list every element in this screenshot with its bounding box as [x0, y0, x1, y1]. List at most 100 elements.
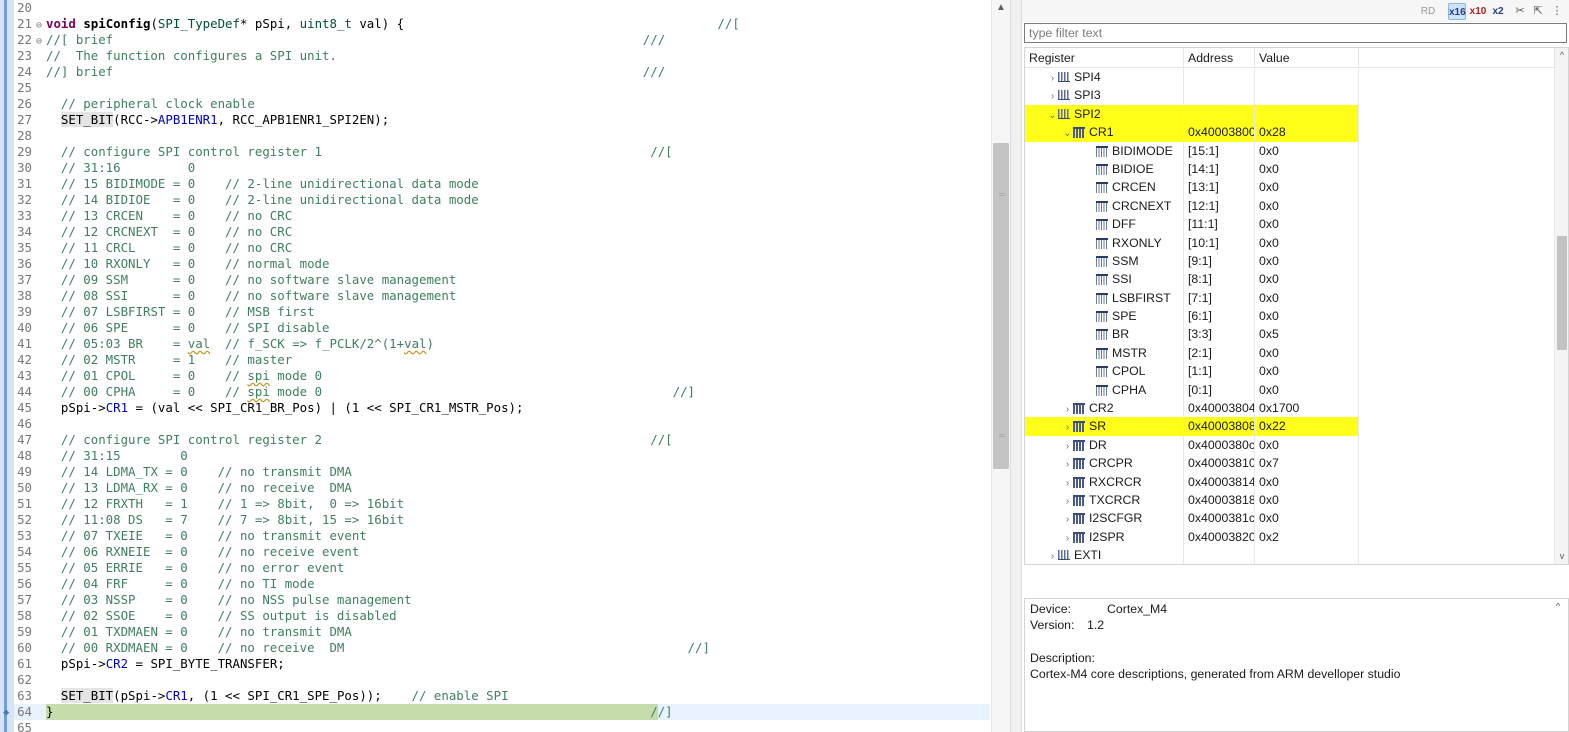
register-row[interactable]: › DR 0x4000380c 0x0: [1025, 435, 1555, 455]
register-row[interactable]: CPOL [1:1] 0x0: [1025, 362, 1555, 381]
code-lines[interactable]: 20 21 ⊖ void spiConfig(SPI_TypeDef* pSpi, u…: [14, 0, 990, 732]
code-text[interactable]: // 07 LSBFIRST = 0 // MSB first: [46, 304, 315, 320]
pane-splitter[interactable]: [1010, 0, 1022, 732]
code-line[interactable]: 62: [14, 672, 990, 688]
code-text[interactable]: // 11 CRCL = 0 // no CRC: [46, 240, 292, 256]
register-value-cell[interactable]: 0x0: [1255, 196, 1359, 216]
register-value-cell[interactable]: 0x0: [1255, 307, 1359, 326]
register-name-cell[interactable]: BIDIMODE: [1025, 141, 1184, 160]
code-text[interactable]: void spiConfig(SPI_TypeDef* pSpi, uint8_…: [46, 16, 740, 32]
register-row[interactable]: SSI [8:1] 0x0: [1025, 270, 1555, 289]
register-row[interactable]: DFF [11:1] 0x0: [1025, 215, 1555, 234]
register-row[interactable]: ⌄ SPI2: [1025, 104, 1555, 124]
register-value-cell[interactable]: 0x5: [1255, 325, 1359, 344]
expand-toggle-icon[interactable]: ›: [1062, 419, 1073, 435]
export-icon[interactable]: ⇱: [1530, 3, 1546, 20]
column-header-address[interactable]: Address: [1184, 48, 1255, 68]
code-line[interactable]: 38 // 08 SSI = 0 // no software slave ma…: [14, 288, 990, 304]
register-name-cell[interactable]: › SPI4: [1025, 68, 1184, 87]
code-text[interactable]: // 03 NSSP = 0 // no NSS pulse managemen…: [46, 592, 412, 608]
code-text[interactable]: // peripheral clock enable: [46, 96, 255, 112]
expand-toggle-icon[interactable]: ›: [1047, 70, 1058, 86]
register-name-cell[interactable]: CPHA: [1025, 380, 1184, 400]
code-line[interactable]: 58 // 02 SSOE = 0 // SS output is disabl…: [14, 608, 990, 624]
code-text[interactable]: // 08 SSI = 0 // no software slave manag…: [46, 288, 456, 304]
code-text[interactable]: // The function configures a SPI unit.: [46, 48, 337, 64]
expand-toggle-icon[interactable]: ›: [1047, 88, 1058, 104]
register-row[interactable]: SSM [9:1] 0x0: [1025, 251, 1555, 271]
code-line[interactable]: 24 //] brief ///: [14, 64, 990, 80]
view-menu-icon[interactable]: ⋮: [1550, 3, 1564, 20]
code-text[interactable]: SET_BIT(pSpi->CR1, (1 << SPI_CR1_SPE_Pos…: [46, 688, 509, 704]
scroll-up-icon[interactable]: ^: [1556, 601, 1560, 611]
column-header-register[interactable]: Register: [1025, 48, 1184, 68]
register-row[interactable]: › SR 0x40003808 0x22: [1025, 417, 1555, 436]
code-text[interactable]: // 00 CPHA = 0 // spi mode 0 //]: [46, 384, 695, 400]
register-name-cell[interactable]: CRCEN: [1025, 178, 1184, 197]
code-line[interactable]: 56 // 04 FRF = 0 // no TI mode: [14, 576, 990, 592]
code-line[interactable]: 53 // 07 TXEIE = 0 // no transmit event: [14, 528, 990, 544]
register-name-cell[interactable]: BR: [1025, 325, 1184, 344]
code-line[interactable]: 43 // 01 CPOL = 0 // spi mode 0: [14, 368, 990, 384]
register-value-cell[interactable]: [1255, 104, 1359, 124]
register-row[interactable]: › I2SPR 0x40003820 0x2: [1025, 527, 1555, 547]
register-name-cell[interactable]: › I2SCFGR: [1025, 509, 1184, 528]
code-line[interactable]: 20: [14, 0, 990, 16]
register-row[interactable]: LSBFIRST [7:1] 0x0: [1025, 288, 1555, 308]
register-name-cell[interactable]: SPE: [1025, 307, 1184, 326]
code-text[interactable]: // 12 CRCNEXT = 0 // no CRC: [46, 224, 292, 240]
code-text[interactable]: // 02 SSOE = 0 // SS output is disabled: [46, 608, 397, 624]
code-line[interactable]: 39 // 07 LSBFIRST = 0 // MSB first: [14, 304, 990, 320]
register-name-cell[interactable]: BIDIOE: [1025, 159, 1184, 179]
register-row[interactable]: › SPI4: [1025, 68, 1555, 87]
code-line[interactable]: 28: [14, 128, 990, 144]
code-line[interactable]: 47 // configure SPI control register 2 /…: [14, 432, 990, 448]
register-name-cell[interactable]: › SR: [1025, 417, 1184, 436]
register-name-cell[interactable]: RXONLY: [1025, 233, 1184, 252]
register-value-cell[interactable]: 0x22: [1255, 417, 1359, 436]
register-name-cell[interactable]: › I2SPR: [1025, 527, 1184, 547]
code-text[interactable]: // configure SPI control register 1 //[: [46, 144, 673, 160]
code-text[interactable]: //[ brief ///: [46, 32, 665, 48]
expand-toggle-icon[interactable]: ⌄: [1062, 125, 1073, 141]
code-text[interactable]: //] brief ///: [46, 64, 665, 80]
code-line[interactable]: 23 // The function configures a SPI unit.: [14, 48, 990, 64]
code-line[interactable]: 41 // 05:03 BR = val // f_SCK => f_PCLK/…: [14, 336, 990, 352]
code-line[interactable]: 49 // 14 LDMA_TX = 0 // no transmit DMA: [14, 464, 990, 480]
register-name-cell[interactable]: CPOL: [1025, 362, 1184, 381]
register-row[interactable]: SPE [6:1] 0x0: [1025, 307, 1555, 326]
register-value-cell[interactable]: 0x0: [1255, 159, 1359, 179]
code-text[interactable]: // 01 TXDMAEN = 0 // no transmit DMA: [46, 624, 352, 640]
expand-toggle-icon[interactable]: ⌄: [1047, 107, 1058, 123]
register-row[interactable]: › I2SCFGR 0x4000381c 0x0: [1025, 509, 1555, 528]
register-row[interactable]: RXONLY [10:1] 0x0: [1025, 233, 1555, 252]
register-value-cell[interactable]: 0x0: [1255, 178, 1359, 197]
register-name-cell[interactable]: › RXCRCR: [1025, 472, 1184, 491]
editor-vertical-scrollbar[interactable]: ▲: [991, 0, 1010, 732]
code-line[interactable]: 21 ⊖ void spiConfig(SPI_TypeDef* pSpi, uin…: [14, 16, 990, 32]
code-line[interactable]: 22 ⊖//[ brief ///: [14, 32, 990, 48]
expand-toggle-icon[interactable]: ›: [1047, 548, 1058, 564]
code-text[interactable]: // 06 RXNEIE = 0 // no receive event: [46, 544, 359, 560]
register-name-cell[interactable]: › SPI3: [1025, 86, 1184, 105]
code-line[interactable]: 63 SET_BIT(pSpi->CR1, (1 << SPI_CR1_SPE_…: [14, 688, 990, 704]
code-line[interactable]: 36 // 10 RXONLY = 0 // normal mode: [14, 256, 990, 272]
code-line[interactable]: 54 // 06 RXNEIE = 0 // no receive event: [14, 544, 990, 560]
code-line[interactable]: 42 // 02 MSTR = 1 // master: [14, 352, 990, 368]
register-name-cell[interactable]: CRCNEXT: [1025, 196, 1184, 216]
register-name-cell[interactable]: MSTR: [1025, 343, 1184, 363]
editor-scrollbar-thumb[interactable]: [993, 143, 1009, 469]
register-name-cell[interactable]: LSBFIRST: [1025, 288, 1184, 308]
expand-toggle-icon[interactable]: ›: [1062, 401, 1073, 417]
code-text[interactable]: SET_BIT(RCC->APB1ENR1, RCC_APB1ENR1_SPI2…: [46, 112, 389, 128]
register-value-cell[interactable]: [1255, 86, 1359, 105]
column-header-value[interactable]: Value: [1255, 48, 1359, 68]
code-line[interactable]: 61 pSpi->CR2 = SPI_BYTE_TRANSFER;: [14, 656, 990, 672]
code-line[interactable]: 52 // 11:08 DS = 7 // 7 => 8bit, 15 => 1…: [14, 512, 990, 528]
register-value-cell[interactable]: 0x0: [1255, 490, 1359, 510]
code-line[interactable]: 35 // 11 CRCL = 0 // no CRC: [14, 240, 990, 256]
register-value-cell[interactable]: 0x1700: [1255, 399, 1359, 418]
register-name-cell[interactable]: › EXTI: [1025, 546, 1184, 564]
code-text[interactable]: // 04 FRF = 0 // no TI mode: [46, 576, 315, 592]
register-row[interactable]: CRCNEXT [12:1] 0x0: [1025, 196, 1555, 216]
